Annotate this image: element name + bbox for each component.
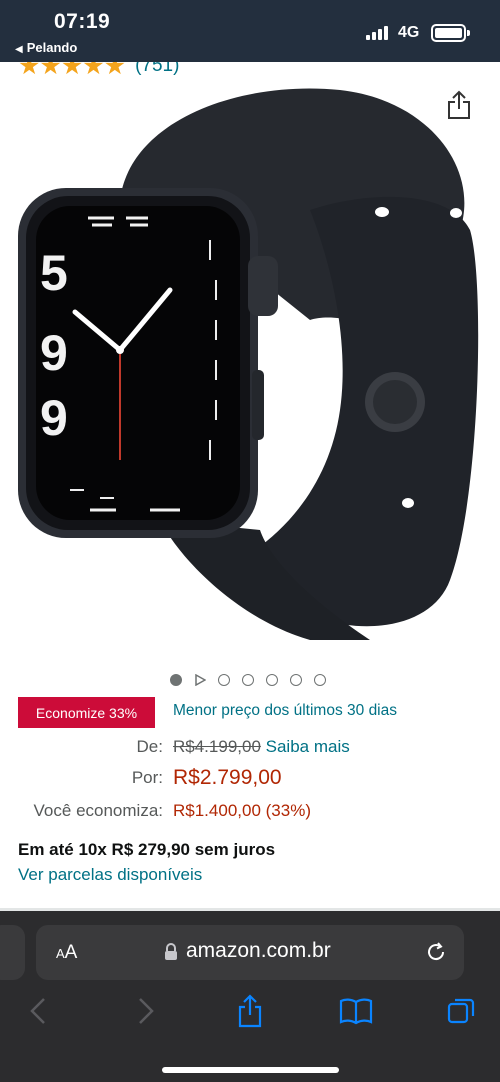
current-price: R$2.799,00: [173, 766, 282, 789]
price-label: Por:: [131, 768, 163, 787]
network-type: 4G: [398, 24, 420, 41]
carousel-dot[interactable]: [170, 674, 182, 686]
carousel-dot[interactable]: [218, 674, 230, 686]
carousel-dot[interactable]: [242, 674, 254, 686]
battery-icon: [431, 24, 470, 42]
video-play-icon[interactable]: [194, 674, 206, 686]
view-installments-link[interactable]: Ver parcelas disponíveis: [18, 865, 202, 885]
list-price: R$4.199,00: [173, 737, 261, 756]
deal-badge: Economize 33%: [18, 697, 155, 728]
home-indicator[interactable]: [162, 1067, 339, 1073]
price-row: Por: R$2.799,00: [0, 766, 500, 794]
deal-description: Menor preço dos últimos 30 dias: [173, 702, 398, 719]
text-size-label: A: [64, 942, 78, 963]
product-image[interactable]: 5 9 9: [10, 80, 490, 660]
bookmarks-icon[interactable]: [338, 993, 374, 1029]
rating-count[interactable]: (751): [135, 62, 179, 78]
address-bar[interactable]: AA amazon.com.br: [36, 925, 464, 980]
list-price-row: De: R$4.199,00 Saiba mais: [0, 737, 500, 759]
savings-amount: R$1.400,00 (33%): [173, 801, 311, 820]
browser-toolbar: AA amazon.com.br: [0, 908, 500, 1082]
savings-row: Você economiza: R$1.400,00 (33%): [0, 801, 500, 823]
clock: 07:19: [54, 10, 111, 33]
text-size-button[interactable]: AA: [56, 942, 77, 964]
status-bar: 07:19 ◀ Pelando 4G: [0, 0, 500, 62]
forward-icon[interactable]: [128, 993, 164, 1029]
carousel-dot[interactable]: [314, 674, 326, 686]
back-to-app-link[interactable]: ◀ Pelando: [15, 40, 77, 55]
share-page-icon[interactable]: [232, 993, 268, 1029]
learn-more-link[interactable]: Saiba mais: [266, 737, 350, 756]
back-icon[interactable]: [20, 993, 56, 1029]
installments-text: Em até 10x R$ 279,90 sem juros: [18, 840, 276, 859]
back-triangle-icon: ◀: [15, 44, 23, 55]
image-carousel-dots[interactable]: [170, 672, 326, 688]
carousel-dot[interactable]: [266, 674, 278, 686]
rating-row[interactable]: ★★★★★ (751): [0, 62, 500, 78]
signal-icon: [366, 26, 392, 40]
svg-text:9: 9: [40, 325, 68, 381]
tabs-icon[interactable]: [443, 993, 479, 1029]
url-text[interactable]: amazon.com.br: [186, 939, 331, 963]
previous-tab-preview[interactable]: [0, 925, 25, 980]
savings-label: Você economiza:: [33, 801, 163, 820]
carousel-dot[interactable]: [290, 674, 302, 686]
back-app-label: Pelando: [26, 40, 78, 55]
svg-text:9: 9: [40, 390, 68, 446]
svg-text:5: 5: [40, 245, 68, 301]
lock-icon: [165, 943, 177, 960]
list-price-label: De:: [136, 737, 163, 756]
reload-icon[interactable]: [424, 940, 448, 964]
rating-stars: ★★★★★: [18, 62, 126, 78]
